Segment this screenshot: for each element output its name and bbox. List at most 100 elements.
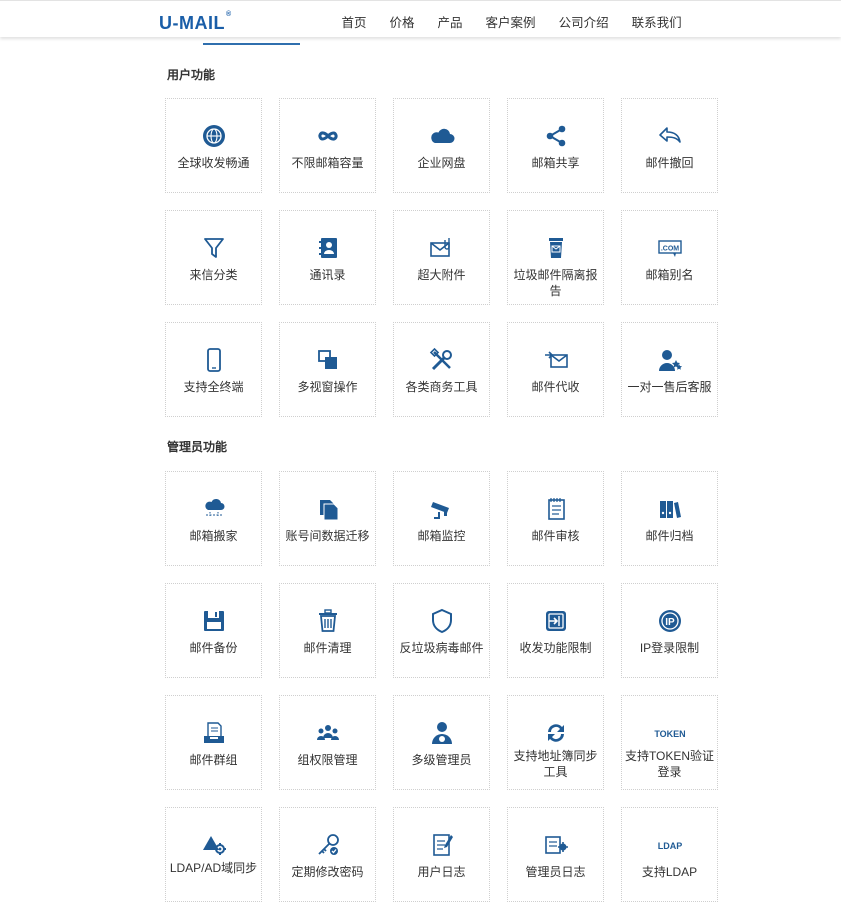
admin-feature-card[interactable]: 多级管理员 xyxy=(393,695,490,790)
nav-about[interactable]: 公司介绍 xyxy=(547,1,620,37)
top-header: U-MAIL® 首页 价格 产品 客户案例 公司介绍 联系我们 xyxy=(0,0,841,37)
address-book-icon xyxy=(280,235,375,261)
feature-label: 支持LDAP xyxy=(641,865,698,879)
user-feature-card[interactable]: 邮箱共享 xyxy=(507,98,604,193)
user-feature-card[interactable]: 全球收发畅通 xyxy=(165,98,262,193)
nav-active-underline xyxy=(203,43,300,45)
restrict-icon xyxy=(508,608,603,634)
logo-text: U-MAIL xyxy=(159,13,225,33)
u-mail-logo[interactable]: U-MAIL® xyxy=(159,11,232,33)
feature-label: 邮件撤回 xyxy=(645,156,694,170)
admin-feature-card[interactable]: 组权限管理 xyxy=(279,695,376,790)
nav-contact[interactable]: 联系我们 xyxy=(620,1,693,37)
user-feature-card[interactable]: 邮件代收 xyxy=(507,322,604,417)
ldap-icon: LDAP xyxy=(622,832,717,858)
feature-label: 一对一售后客服 xyxy=(627,380,712,394)
admin-feature-card[interactable]: 邮件群组 xyxy=(165,695,262,790)
feature-label: 企业网盘 xyxy=(417,156,466,170)
admin-feature-card[interactable]: LDAP/AD域同步 xyxy=(165,807,262,902)
user-feature-card[interactable]: 多视窗操作 xyxy=(279,322,376,417)
admin-feature-card[interactable]: 邮件备份 xyxy=(165,583,262,678)
svg-text:IP: IP xyxy=(665,617,675,628)
user-feature-card[interactable]: .COM 邮箱别名 xyxy=(621,210,718,305)
feature-label: 支持TOKEN验证登录 xyxy=(624,749,715,779)
admin-feature-card[interactable]: LDAP 支持LDAP xyxy=(621,807,718,902)
feature-label: IP登录限制 xyxy=(639,641,700,655)
admin-feature-card[interactable]: 邮件清理 xyxy=(279,583,376,678)
user-feature-card[interactable]: 邮件撤回 xyxy=(621,98,718,193)
share-icon xyxy=(508,123,603,149)
globe-icon xyxy=(166,123,261,149)
mail-collect-icon xyxy=(508,347,603,373)
mobile-phone-icon xyxy=(166,347,261,373)
user-feature-card[interactable]: 各类商务工具 xyxy=(393,322,490,417)
infinity-icon xyxy=(280,123,375,149)
feature-label: 多视窗操作 xyxy=(297,380,358,394)
nav-home[interactable]: 首页 xyxy=(330,1,378,37)
feature-label: 邮箱共享 xyxy=(531,156,580,170)
admin-features-title: 管理员功能 xyxy=(167,440,228,454)
feature-label: 多级管理员 xyxy=(411,753,472,767)
key-icon xyxy=(280,832,375,858)
user-feature-card[interactable]: 垃圾邮件隔离报告 xyxy=(507,210,604,305)
feature-label: 全球收发畅通 xyxy=(177,156,250,170)
admin-feature-card[interactable]: IP IP登录限制 xyxy=(621,583,718,678)
admin-feature-card[interactable]: TOKEN 支持TOKEN验证登录 xyxy=(621,695,718,790)
admin-feature-card[interactable]: 邮件归档 xyxy=(621,471,718,566)
user-feature-card[interactable]: 不限邮箱容量 xyxy=(279,98,376,193)
feature-label: 用户日志 xyxy=(417,865,466,879)
feature-label: 垃圾邮件隔离报告 xyxy=(513,268,598,298)
svg-text:LDAP: LDAP xyxy=(657,841,682,851)
funnel-icon xyxy=(166,235,261,261)
nav-pricing[interactable]: 价格 xyxy=(378,1,426,37)
cloud-icon xyxy=(394,123,489,149)
token-icon: TOKEN xyxy=(622,720,717,746)
feature-label: 管理员日志 xyxy=(525,865,586,879)
feature-label: 来信分类 xyxy=(189,268,238,282)
admin-feature-card[interactable]: 定期修改密码 xyxy=(279,807,376,902)
admin-feature-card[interactable]: 用户日志 xyxy=(393,807,490,902)
user-log-icon xyxy=(394,832,489,858)
shield-icon xyxy=(394,608,489,634)
admin-feature-card[interactable]: 邮箱搬家 xyxy=(165,471,262,566)
customer-service-icon xyxy=(622,347,717,373)
svg-text:.COM: .COM xyxy=(660,246,678,253)
feature-label: 反垃圾病毒邮件 xyxy=(399,641,484,655)
feature-label: 账号间数据迁移 xyxy=(285,529,370,543)
admin-feature-card[interactable]: 邮件审核 xyxy=(507,471,604,566)
feature-label: 邮箱搬家 xyxy=(189,529,238,543)
user-feature-card[interactable]: 通讯录 xyxy=(279,210,376,305)
feature-label: 邮件备份 xyxy=(189,641,238,655)
admin-user-icon xyxy=(394,720,489,746)
main-nav: 首页 价格 产品 客户案例 公司介绍 联系我们 xyxy=(330,1,693,37)
feature-label: 邮件审核 xyxy=(531,529,580,543)
documents-icon xyxy=(280,496,375,522)
nav-products[interactable]: 产品 xyxy=(426,1,474,37)
user-feature-card[interactable]: 支持全终端 xyxy=(165,322,262,417)
admin-feature-card[interactable]: 管理员日志 xyxy=(507,807,604,902)
user-feature-card[interactable]: 企业网盘 xyxy=(393,98,490,193)
feature-label: 邮箱监控 xyxy=(417,529,466,543)
undo-arrow-icon xyxy=(622,123,717,149)
admin-feature-card[interactable]: 收发功能限制 xyxy=(507,583,604,678)
user-feature-card[interactable]: 来信分类 xyxy=(165,210,262,305)
binders-icon xyxy=(622,496,717,522)
admin-feature-card[interactable]: 支持地址簿同步工具 xyxy=(507,695,604,790)
group-icon xyxy=(280,720,375,746)
feature-label: 邮件代收 xyxy=(531,380,580,394)
user-feature-card[interactable]: 一对一售后客服 xyxy=(621,322,718,417)
admin-feature-card[interactable]: 邮箱监控 xyxy=(393,471,490,566)
admin-feature-card[interactable]: 反垃圾病毒邮件 xyxy=(393,583,490,678)
nav-cases[interactable]: 客户案例 xyxy=(474,1,547,37)
user-feature-card[interactable]: 超大附件 xyxy=(393,210,490,305)
trash-mail-icon xyxy=(508,235,603,261)
floppy-icon xyxy=(166,608,261,634)
feature-label: 邮件清理 xyxy=(303,641,352,655)
admin-feature-card[interactable]: 账号间数据迁移 xyxy=(279,471,376,566)
trash-can-icon xyxy=(280,608,375,634)
dotcom-icon: .COM xyxy=(622,235,717,261)
multi-window-icon xyxy=(280,347,375,373)
sync-icon xyxy=(508,720,603,746)
feature-label: 邮箱别名 xyxy=(645,268,694,282)
feature-label: 各类商务工具 xyxy=(405,380,478,394)
